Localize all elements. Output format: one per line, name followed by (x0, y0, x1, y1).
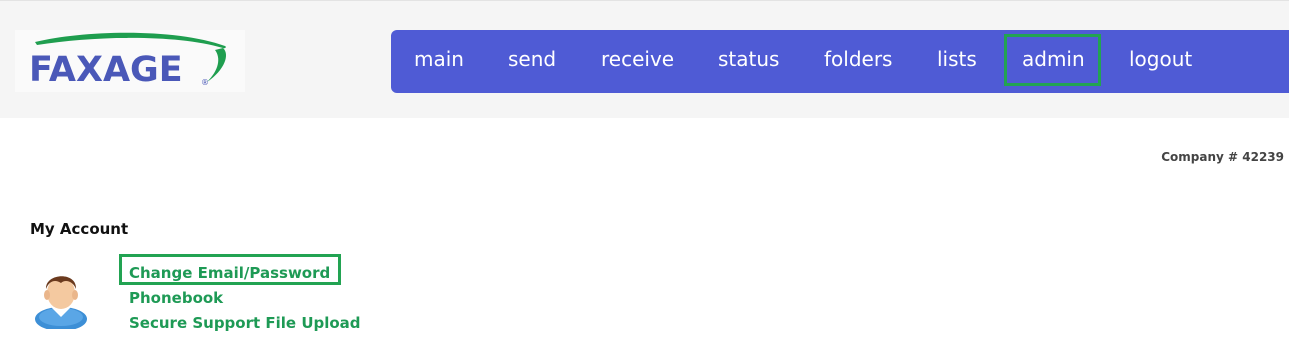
nav-item-send[interactable]: send (508, 30, 556, 93)
logo-registered-mark: ® (201, 78, 209, 87)
phonebook-link[interactable]: Phonebook (129, 289, 223, 307)
nav-item-lists[interactable]: lists (937, 30, 977, 93)
logo-text: FAXAGE (29, 50, 183, 90)
nav-item-receive[interactable]: receive (601, 30, 674, 93)
user-avatar-icon (35, 276, 87, 329)
secure-support-file-upload-link[interactable]: Secure Support File Upload (129, 314, 361, 332)
change-email-password-link[interactable]: Change Email/Password (129, 264, 330, 282)
nav-item-folders[interactable]: folders (824, 30, 892, 93)
main-nav: main send receive status folders lists a… (391, 30, 1289, 93)
nav-item-admin[interactable]: admin (1004, 34, 1101, 86)
nav-item-main[interactable]: main (414, 30, 464, 93)
company-number: Company # 42239 (1161, 150, 1284, 164)
faxage-logo[interactable]: FAXAGE ® (15, 30, 245, 92)
content-panel (15, 118, 1289, 344)
nav-item-status[interactable]: status (718, 30, 779, 93)
nav-item-logout[interactable]: logout (1129, 30, 1192, 93)
my-account-heading: My Account (30, 220, 129, 238)
